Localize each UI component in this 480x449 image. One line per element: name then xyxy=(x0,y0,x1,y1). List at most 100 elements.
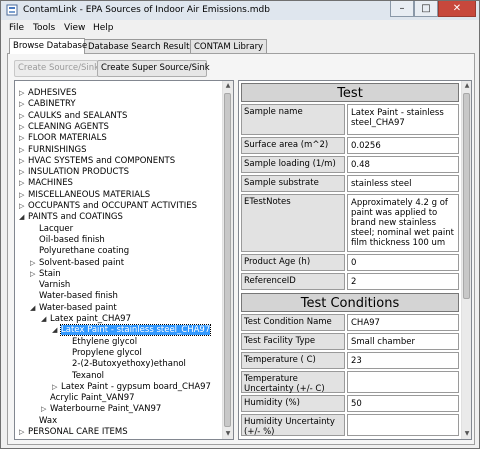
create-source-sink-button[interactable]: Create Source/Sink xyxy=(14,60,99,77)
tree-item[interactable]: Wax xyxy=(30,415,57,427)
tree-item[interactable]: ▷ INSULATION PRODUCTS xyxy=(19,166,129,178)
tab-database-search-results[interactable]: Database Search Results xyxy=(84,39,194,54)
category-tree[interactable]: ▷ ADHESIVES ▷ CABINETRY ▷ CAULKS and SEALANTS… xyxy=(14,80,234,440)
property-label: Sample name xyxy=(241,104,345,135)
property-value: Latex Paint - stainless steel_CHA97 xyxy=(347,104,459,135)
collapsed-arrow-icon[interactable]: ▷ xyxy=(41,403,50,415)
property-row: Temperature ( C) 23 xyxy=(241,352,459,369)
collapsed-arrow-icon[interactable]: ▷ xyxy=(19,166,28,178)
menu-file[interactable]: File xyxy=(9,23,24,33)
maximize-button[interactable]: □ xyxy=(414,1,438,17)
menu-help[interactable]: Help xyxy=(93,23,114,33)
tree-item[interactable]: ▷ OCCUPANTS and OCCUPANT ACTIVITIES xyxy=(19,200,197,212)
app-icon xyxy=(6,4,18,16)
collapsed-arrow-icon[interactable]: ▷ xyxy=(19,144,28,156)
collapsed-arrow-icon[interactable]: ▷ xyxy=(19,98,28,110)
property-value: 0.0256 xyxy=(347,137,459,154)
minimize-button[interactable]: – xyxy=(390,1,414,17)
collapsed-arrow-icon[interactable]: ▷ xyxy=(19,132,28,144)
create-super-source-sink-button[interactable]: Create Super Source/Sink xyxy=(97,60,210,77)
expanded-arrow-icon[interactable]: ◢ xyxy=(41,313,50,325)
collapsed-arrow-icon[interactable]: ▷ xyxy=(19,110,28,122)
tree-item[interactable]: ▷ FURNISHINGS xyxy=(19,144,87,156)
tree-item[interactable]: Water-based finish xyxy=(30,290,118,302)
tree-item[interactable]: ▷ ADHESIVES xyxy=(19,87,77,99)
tree-item-label: Propylene glycol xyxy=(72,347,142,358)
tree-item-label: Waterbourne Paint_VAN97 xyxy=(50,404,162,415)
tree-item-label: CAULKS and SEALANTS xyxy=(28,110,128,121)
detail-scroll-up-arrow-icon[interactable]: ▲ xyxy=(462,81,471,91)
property-label: Sample loading (1/m) xyxy=(241,156,345,173)
tree-item-label: FURNISHINGS xyxy=(28,144,87,155)
tree-item-label: MISCELLANEOUS MATERIALS xyxy=(28,189,151,200)
property-label: Test Facility Type xyxy=(241,333,345,350)
collapsed-arrow-icon[interactable]: ▷ xyxy=(30,268,39,280)
tree-item-label: Latex Paint - stainless steel_CHA97 xyxy=(59,324,212,337)
tree-item[interactable]: ▷ MISCELLANEOUS MATERIALS xyxy=(19,189,150,201)
title-bar: ContamLink - EPA Sources of Indoor Air E… xyxy=(1,1,479,20)
tree-item-label: Latex paint_CHA97 xyxy=(50,314,131,324)
collapsed-arrow-icon[interactable]: ▷ xyxy=(19,87,28,99)
tree-item-label: Wax xyxy=(39,415,58,426)
tree-item-label: Oil-based finish xyxy=(39,234,105,245)
tree-item[interactable]: ▷ FLOOR MATERIALS xyxy=(19,132,107,144)
property-value: 0 xyxy=(347,254,459,271)
tree-item[interactable]: ▷ PERSONAL CARE ITEMS xyxy=(19,426,128,438)
tree-item[interactable]: Texanol xyxy=(63,370,104,382)
collapsed-arrow-icon[interactable]: ▷ xyxy=(19,189,28,201)
collapsed-arrow-icon[interactable]: ▷ xyxy=(19,200,28,212)
close-button[interactable]: ✕ xyxy=(438,1,476,17)
scroll-up-arrow-icon[interactable]: ▲ xyxy=(223,81,233,91)
menu-tools[interactable]: Tools xyxy=(33,23,55,33)
tree-item[interactable]: ▷ MACHINES xyxy=(19,177,73,189)
property-value xyxy=(347,371,459,393)
property-label: ETestNotes xyxy=(241,194,345,252)
tab-browse-database[interactable]: Browse Database xyxy=(9,38,87,54)
tree-item[interactable]: ▷ Stain xyxy=(30,268,61,280)
collapsed-arrow-icon[interactable]: ▷ xyxy=(19,177,28,189)
tree-item[interactable]: Polyurethane coating xyxy=(30,245,129,257)
tree-item[interactable]: ◢ Latex paint_CHA97 xyxy=(41,313,131,325)
property-value: stainless steel xyxy=(347,175,459,192)
tree-item[interactable]: Oil-based finish xyxy=(30,234,105,246)
expanded-arrow-icon[interactable]: ◢ xyxy=(30,302,39,314)
tree-item[interactable]: ▷ Latex Paint - gypsum board_CHA97 xyxy=(52,381,211,393)
tree-item[interactable]: 2-(2-Butoxyethoxy)ethanol xyxy=(63,358,186,370)
scroll-down-arrow-icon[interactable]: ▼ xyxy=(223,429,233,439)
tree-item[interactable]: ◢ Latex Paint - stainless steel_CHA97 xyxy=(52,324,212,337)
expanded-arrow-icon[interactable]: ◢ xyxy=(19,211,28,223)
tree-item[interactable]: ▷ Waterbourne Paint_VAN97 xyxy=(41,403,161,415)
tree-item[interactable]: ▷ CLEANING AGENTS xyxy=(19,121,109,133)
tree-item[interactable]: Propylene glycol xyxy=(63,347,142,359)
property-row: Humidity Uncertainty (+/- %) xyxy=(241,414,459,437)
tree-item[interactable]: ◢ PAINTS and COATINGS xyxy=(19,211,123,223)
browse-panel: Create Source/Sink Create Super Source/S… xyxy=(7,53,475,445)
detail-scroll-down-arrow-icon[interactable]: ▼ xyxy=(462,429,471,439)
tree-item[interactable]: Ethylene glycol xyxy=(63,336,137,348)
collapsed-arrow-icon[interactable]: ▷ xyxy=(52,381,61,393)
collapsed-arrow-icon[interactable]: ▷ xyxy=(19,121,28,133)
property-label: Product Age (h) xyxy=(241,254,345,271)
tree-item-label: PAINTS and COATINGS xyxy=(28,212,123,223)
tree-item-label: INSULATION PRODUCTS xyxy=(28,167,130,178)
tree-item[interactable]: ▷ CABINETRY xyxy=(19,98,76,110)
tree-item[interactable]: Lacquer xyxy=(30,223,73,235)
collapsed-arrow-icon[interactable]: ▷ xyxy=(19,155,28,167)
collapsed-arrow-icon[interactable]: ▷ xyxy=(30,257,39,269)
tree-scroll-thumb[interactable] xyxy=(224,93,231,427)
tree-item[interactable]: Varnish xyxy=(30,279,70,291)
tab-contam-library[interactable]: CONTAM Library xyxy=(190,39,267,54)
property-row: Test Condition Name CHA97 xyxy=(241,314,459,331)
tree-item[interactable]: ▷ Solvent-based paint xyxy=(30,257,124,269)
collapsed-arrow-icon[interactable]: ▷ xyxy=(19,426,28,438)
tree-item[interactable]: ▷ HVAC SYSTEMS and COMPONENTS xyxy=(19,155,175,167)
property-label: Temperature Uncertainty (+/- C) xyxy=(241,371,345,394)
detail-scroll-thumb[interactable] xyxy=(463,93,470,299)
tree-item[interactable]: ▷ CAULKS and SEALANTS xyxy=(19,110,127,122)
tree-item[interactable]: Acrylic Paint_VAN97 xyxy=(41,392,135,404)
tree-item[interactable]: ◢ Water-based paint xyxy=(30,302,117,314)
menu-view[interactable]: View xyxy=(64,23,85,33)
expanded-arrow-icon[interactable]: ◢ xyxy=(52,324,61,336)
detail-scrollbar[interactable]: ▲ ▼ xyxy=(461,81,471,439)
tree-scrollbar[interactable]: ▲ ▼ xyxy=(222,81,233,439)
